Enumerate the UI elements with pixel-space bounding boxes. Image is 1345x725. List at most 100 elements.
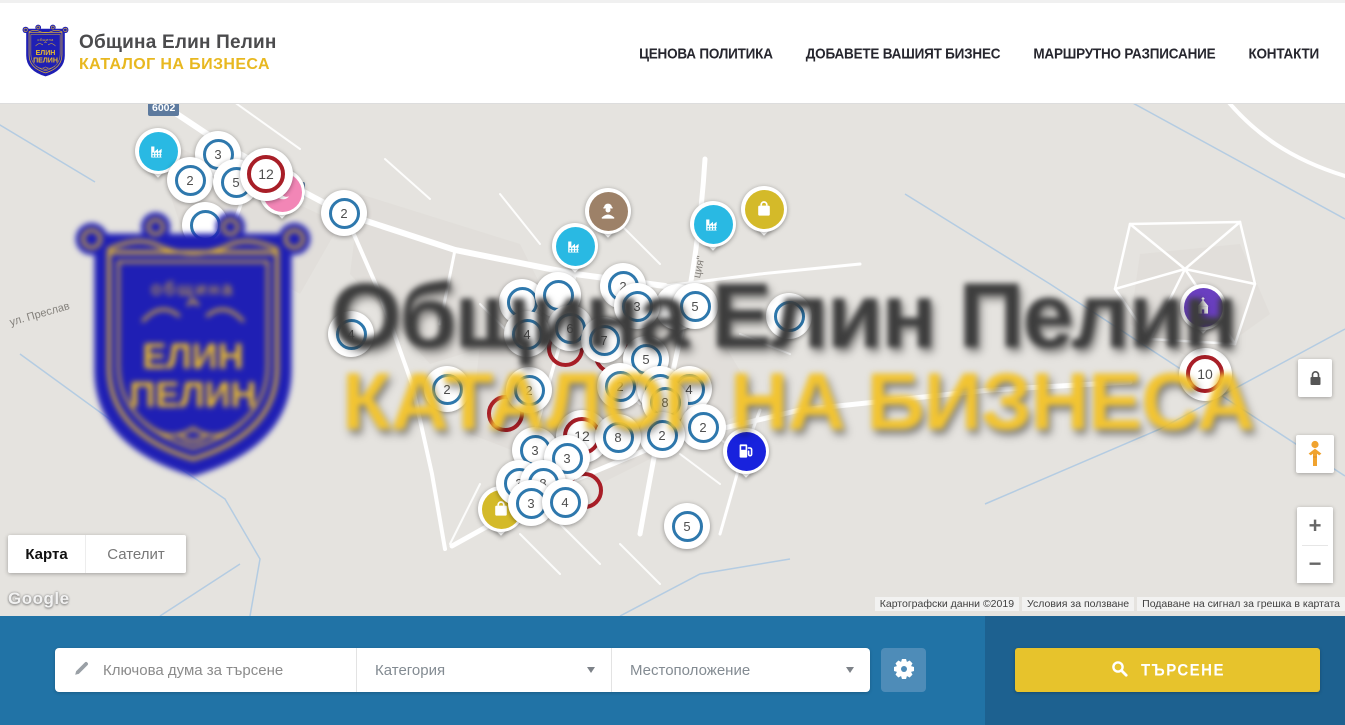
cluster-marker[interactable] [766,293,812,339]
cluster-count: 4 [561,495,568,510]
cluster-count: 5 [683,519,690,534]
search-bar-left: Категория Местоположение [0,616,985,725]
cluster-ring: 7 [589,325,620,356]
cluster-count: 8 [614,430,621,445]
pegman-icon [1305,440,1325,468]
attribution-data: Картографски данни ©2019 [875,597,1019,611]
cluster-marker[interactable]: 2 [167,157,213,203]
attribution-report-link[interactable]: Подаване на сигнал за грешка в картата [1137,597,1345,611]
cluster-marker[interactable]: 2 [680,404,726,450]
nav-add-your-business[interactable]: ДОБАВЕТЕ ВАШИЯТ БИЗНЕС [806,45,1001,61]
search-bar-right: ТЪРСЕНЕ [985,616,1345,725]
cluster-count: 10 [1197,366,1213,382]
nav-route-schedule[interactable]: МАРШРУТНО РАЗПИСАНИЕ [1033,45,1215,61]
cluster-count: 4 [347,327,354,342]
cluster-marker[interactable]: 2 [424,366,470,412]
cluster-marker[interactable]: 2 [506,367,552,413]
cluster-ring: 4 [336,319,367,350]
zoom-in-button[interactable]: + [1297,508,1333,545]
search-button[interactable]: ТЪРСЕНЕ [1015,648,1320,692]
cluster-marker[interactable] [182,202,228,248]
category-select[interactable]: Категория [357,648,612,692]
chevron-down-icon [846,667,854,673]
lock-button[interactable] [1298,359,1332,397]
cluster-count: 7 [600,333,607,348]
street-view-pegman[interactable] [1296,435,1334,473]
pin-head [552,223,598,269]
cluster-marker[interactable]: 5 [672,283,718,329]
cluster-marker[interactable]: 3 [614,283,660,329]
google-logo[interactable]: Google [8,589,70,609]
cluster-count: 2 [658,428,665,443]
cluster-ring: 2 [432,374,463,405]
settings-button[interactable] [881,648,926,692]
cluster-marker[interactable]: 4 [542,479,588,525]
bag-icon [745,190,784,229]
location-select[interactable]: Местоположение [612,648,870,692]
pin-head [1180,284,1226,330]
cluster-marker[interactable]: 2 [321,190,367,236]
cluster-count: 3 [214,147,221,162]
map-type-map-button[interactable]: Карта [8,535,85,573]
cluster-ring: 2 [175,165,206,196]
cluster-count: 2 [340,206,347,221]
cluster-ring: 2 [688,412,719,443]
map-canvas[interactable]: ул. Преславбул. „Новоселция" 6002 [0,104,1345,616]
keyword-input[interactable] [103,662,333,679]
search-button-label: ТЪРСЕНЕ [1141,661,1225,680]
pin-church[interactable] [1180,284,1226,344]
pin-fuel[interactable] [723,428,769,488]
cluster-count: 6 [566,321,573,336]
cluster-count: 2 [616,379,623,394]
gear-icon [893,658,915,683]
cluster-marker[interactable]: 10 [1179,348,1232,401]
attribution-terms-link[interactable]: Условия за ползване [1022,597,1134,611]
nav-pricing-policy[interactable]: ЦЕНОВА ПОЛИТИКА [639,45,773,61]
svg-text:ЕЛИН: ЕЛИН [36,50,56,57]
keyword-field [55,648,357,692]
cluster-count: 12 [258,166,274,182]
pin-bag[interactable] [741,186,787,246]
cluster-marker[interactable]: 4 [504,311,550,357]
cluster-marker[interactable]: 12 [240,148,293,201]
svg-text:община: община [37,37,54,41]
map-attribution: Картографски данни ©2019 Условия за полз… [875,597,1345,611]
cluster-count: 3 [633,299,640,314]
cluster-ring: 2 [514,375,545,406]
pin-head [723,428,769,474]
fuel-icon [727,432,766,471]
brand[interactable]: община ЕЛИН ПЕЛИН Община Елин Пелин КАТА… [22,24,277,83]
cluster-marker[interactable]: 5 [664,503,710,549]
cluster-count: 5 [642,352,649,367]
pencil-icon [73,659,91,682]
cluster-count: 2 [525,383,532,398]
zoom-out-button[interactable]: − [1297,546,1333,583]
map-type-control: Карта Сателит [8,535,186,573]
cluster-marker[interactable]: 8 [595,414,641,460]
location-label: Местоположение [630,662,750,679]
cluster-ring: 2 [647,420,678,451]
pin-head [690,201,736,247]
cluster-count: 2 [699,420,706,435]
cluster-count: 3 [527,496,534,511]
cluster-ring [774,301,805,332]
cluster-marker[interactable]: 7 [581,317,627,363]
category-label: Категория [375,662,445,679]
cluster-ring: 2 [329,198,360,229]
map-type-satellite-button[interactable]: Сателит [85,535,186,573]
pin-head [741,186,787,232]
cluster-count: 3 [563,451,570,466]
svg-text:ПЕЛИН: ПЕЛИН [33,57,58,64]
cluster-count: 5 [232,175,239,190]
cluster-marker[interactable]: 2 [639,412,685,458]
cluster-ring: 10 [1186,355,1224,393]
cluster-ring [190,210,221,241]
pin-factory[interactable] [690,201,736,261]
brand-subtitle: КАТАЛОГ НА БИЗНЕСА [79,56,277,74]
cluster-count: 2 [186,173,193,188]
cluster-marker[interactable]: 4 [328,311,374,357]
cluster-ring: 5 [680,291,711,322]
factory-icon [694,205,733,244]
nav-contacts[interactable]: КОНТАКТИ [1248,45,1319,61]
search-bar: Категория Местоположение ТЪРСЕНЕ [0,616,1345,725]
